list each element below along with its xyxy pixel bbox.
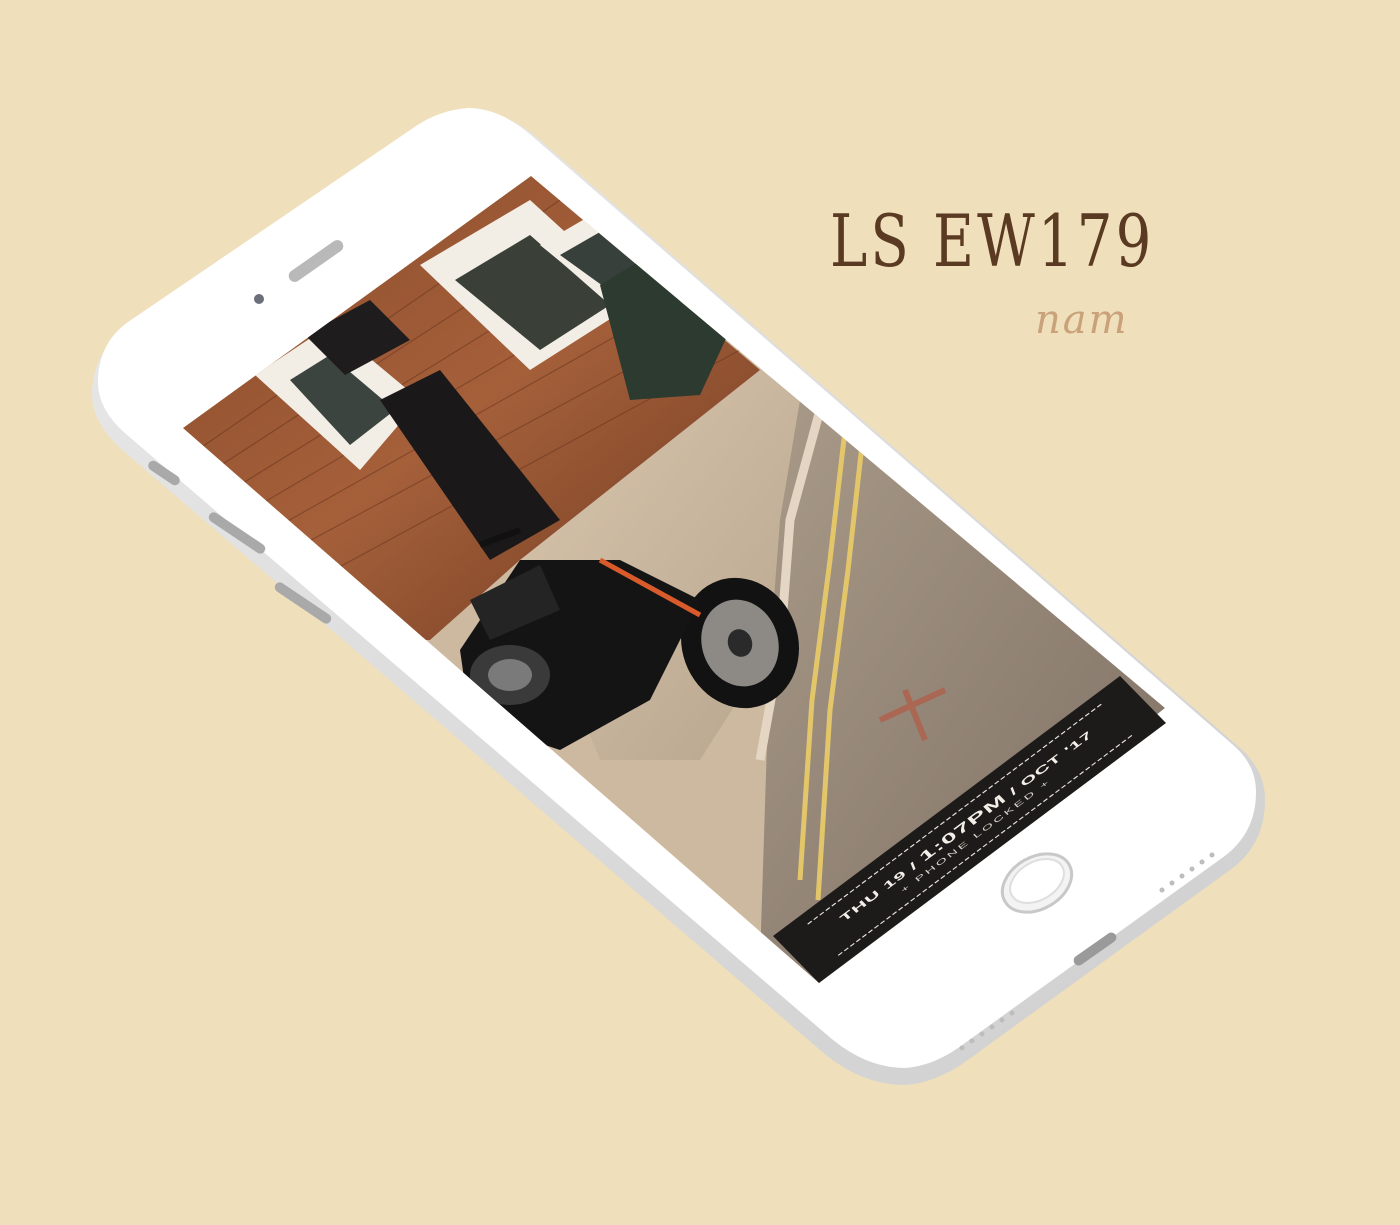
mockup-scene: LS EW179 nam THU 19 / 1:07PM / OCT '17 +… bbox=[0, 0, 1400, 1225]
lock-status: + PHONE LOCKED + bbox=[898, 777, 1053, 895]
separator-2: / bbox=[1006, 784, 1021, 798]
separator-1: / bbox=[906, 859, 921, 872]
lockscreen-overlay: THU 19 / 1:07PM / OCT '17 + PHONE LOCKED… bbox=[0, 0, 1400, 1225]
lockscreen-datetime: THU 19 / 1:07PM / OCT '17 bbox=[787, 690, 1145, 961]
lockscreen-info-bar: THU 19 / 1:07PM / OCT '17 + PHONE LOCKED… bbox=[773, 676, 1166, 983]
divider-bottom bbox=[837, 734, 1133, 956]
clock-time: 1:07PM bbox=[915, 791, 1010, 865]
divider-top bbox=[807, 703, 1102, 925]
